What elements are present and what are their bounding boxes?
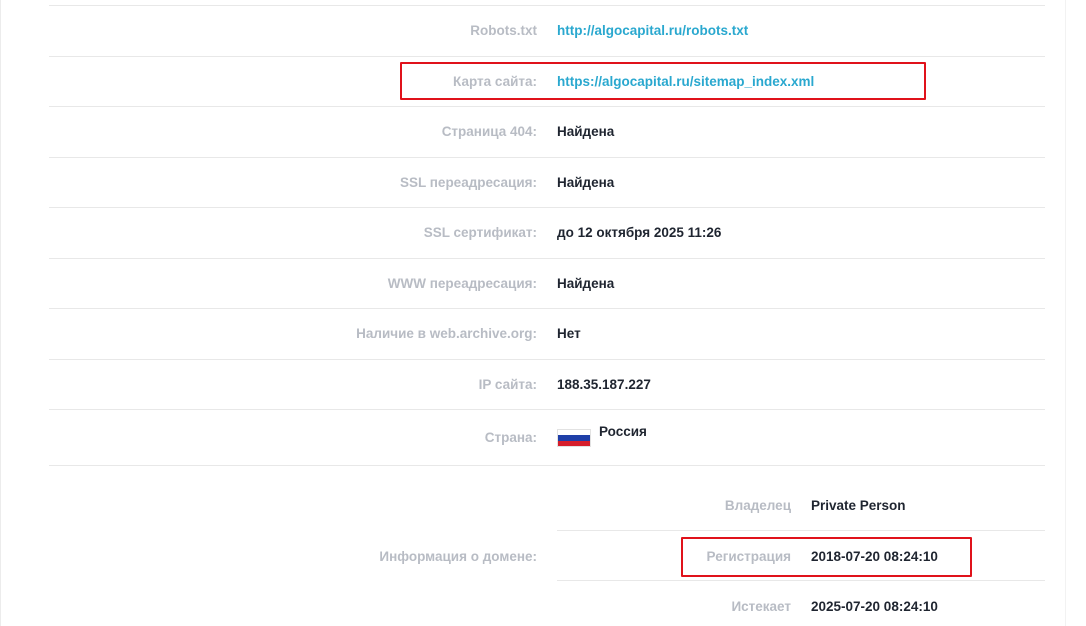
row-label: Информация о домене:: [379, 549, 537, 564]
row-label: SSL сертификат:: [423, 225, 537, 240]
russia-flag-icon: [557, 429, 591, 447]
row-www-redirect: WWW переадресация: Найдена: [49, 259, 1045, 309]
sub-value: 2025-07-20 08:24:10: [811, 599, 938, 614]
row-country: Страна: Россия: [49, 410, 1045, 466]
row-404: Страница 404: Найдена: [49, 107, 1045, 158]
row-value: до 12 октября 2025 11:26: [557, 225, 722, 240]
country-value: Россия: [557, 424, 647, 447]
row-label: Карта сайта:: [453, 74, 537, 89]
sitemap-link[interactable]: https://algocapital.ru/sitemap_index.xml: [557, 74, 814, 89]
row-label: Страна:: [484, 430, 537, 445]
country-name: Россия: [599, 424, 647, 439]
sub-label: Истекает: [731, 599, 791, 614]
row-ip: IP сайта: 188.35.187.227: [49, 360, 1045, 410]
row-robots: Robots.txt http://algocapital.ru/robots.…: [49, 6, 1045, 57]
row-label: Наличие в web.archive.org:: [356, 326, 537, 341]
sub-label: Регистрация: [706, 549, 791, 564]
row-label: IP сайта:: [478, 377, 537, 392]
content-frame: Robots.txt http://algocapital.ru/robots.…: [0, 0, 1086, 626]
domain-expires-row: Истекает 2025-07-20 08:24:10: [557, 581, 1045, 626]
row-web-archive: Наличие в web.archive.org: Нет: [49, 309, 1045, 360]
row-label: SSL переадресация:: [400, 175, 537, 190]
row-ssl-redirect: SSL переадресация: Найдена: [49, 158, 1045, 208]
row-value: Найдена: [557, 276, 615, 291]
row-sitemap: Карта сайта: https://algocapital.ru/site…: [49, 57, 1045, 107]
row-value: 188.35.187.227: [557, 377, 651, 392]
row-label: Страница 404:: [441, 124, 537, 139]
row-value: Найдена: [557, 124, 615, 139]
domain-registration-row: Регистрация 2018-07-20 08:24:10: [557, 531, 1045, 581]
domain-owner-row: Владелец Private Person: [557, 481, 1045, 531]
sub-label: Владелец: [724, 498, 791, 513]
sub-value: 2018-07-20 08:24:10: [811, 549, 938, 564]
row-label: Robots.txt: [470, 23, 537, 38]
row-label: WWW переадресация:: [387, 276, 537, 291]
row-ssl-cert: SSL сертификат: до 12 октября 2025 11:26: [49, 208, 1045, 259]
row-value: Нет: [557, 326, 581, 341]
sub-value: Private Person: [811, 498, 906, 513]
robots-link[interactable]: http://algocapital.ru/robots.txt: [557, 23, 748, 38]
row-value: Найдена: [557, 175, 615, 190]
